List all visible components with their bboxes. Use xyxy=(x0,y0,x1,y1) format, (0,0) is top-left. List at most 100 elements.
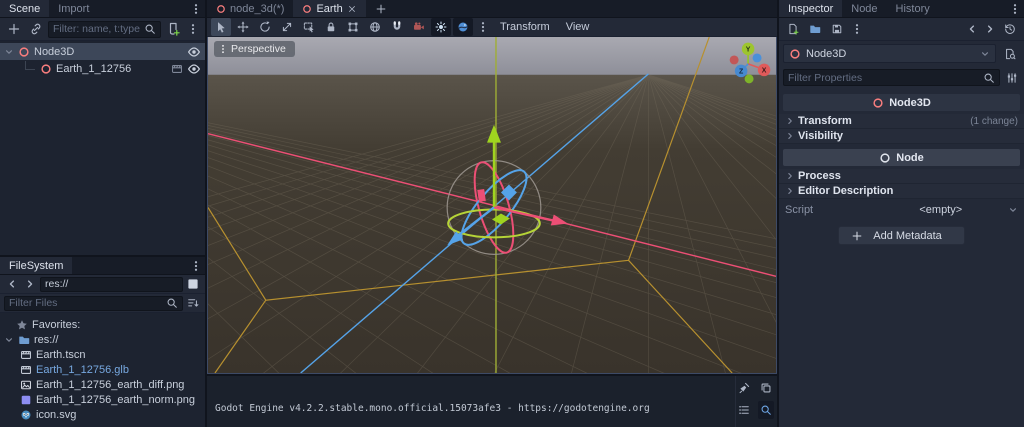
file-row[interactable]: Earth_1_12756_earth_diff.png xyxy=(0,377,205,392)
transform-menu[interactable]: Transform xyxy=(493,18,557,36)
scene-tree-row-earth[interactable]: Earth_1_12756 xyxy=(0,60,205,77)
resource-menu-button[interactable] xyxy=(849,20,865,38)
scene-instance-icon[interactable] xyxy=(171,63,183,75)
visibility-toggle-icon[interactable] xyxy=(187,62,201,76)
file-row[interactable]: Earth_1_12756.glb xyxy=(0,362,205,377)
fs-split-mode-button[interactable] xyxy=(185,275,201,293)
transform-menu-label: Transform xyxy=(500,21,550,33)
projection-selector[interactable]: Perspective xyxy=(214,41,295,57)
history-forward-button[interactable] xyxy=(982,20,998,38)
visibility-toggle-icon[interactable] xyxy=(187,45,201,59)
inspector-filter-input[interactable] xyxy=(788,71,979,84)
section-transform[interactable]: Transform (1 change) xyxy=(779,114,1024,129)
scene-tab-node3d[interactable]: node_3d(*) xyxy=(207,0,293,17)
script-property-value[interactable]: <empty> xyxy=(874,204,1008,216)
filter-messages-button[interactable] xyxy=(736,401,752,419)
copy-output-button[interactable] xyxy=(758,379,774,397)
collapse-icon[interactable] xyxy=(4,335,14,345)
fs-filter-input[interactable] xyxy=(9,297,162,309)
load-resource-button[interactable] xyxy=(805,20,825,38)
output-log[interactable]: Godot Engine v4.2.2.stable.mono.official… xyxy=(207,376,735,427)
list-select-button[interactable] xyxy=(299,18,319,36)
rotate-tool-icon xyxy=(259,21,271,33)
add-node-button[interactable] xyxy=(4,20,24,38)
file-tree[interactable]: Favorites: res:// Earth.tscn Earth_1_127… xyxy=(0,313,205,427)
move-mode-button[interactable] xyxy=(233,18,253,36)
inspector-filter-field[interactable] xyxy=(783,69,1000,86)
camera-override-button[interactable] xyxy=(409,18,429,36)
chevron-down-icon[interactable] xyxy=(1008,205,1018,215)
history-back-button[interactable] xyxy=(964,20,980,38)
search-output-button[interactable] xyxy=(757,401,774,419)
scene-filter-input[interactable] xyxy=(53,23,140,35)
fs-filter-field[interactable] xyxy=(4,295,183,311)
inspector-dock-menu-icon[interactable] xyxy=(1009,3,1021,15)
tab-history[interactable]: History xyxy=(887,0,939,17)
edited-object-selector[interactable]: Node3D xyxy=(783,44,996,63)
script-property-row[interactable]: Script <empty> xyxy=(779,199,1024,220)
file-row[interactable]: Earth_1_12756_earth_norm.png xyxy=(0,392,205,407)
scene-tree[interactable]: Node3D Earth_1_12756 xyxy=(0,41,205,255)
file-row[interactable]: icon.svg xyxy=(0,407,205,422)
scene-tree-row-node3d[interactable]: Node3D xyxy=(0,43,205,60)
rotate-mode-button[interactable] xyxy=(255,18,275,36)
file-row[interactable]: Earth.tscn xyxy=(0,347,205,362)
section-process[interactable]: Process xyxy=(779,169,1024,184)
scene-dock-menu-icon[interactable] xyxy=(190,3,202,15)
open-docs-button[interactable] xyxy=(1000,45,1020,63)
collapse-icon[interactable] xyxy=(4,47,14,57)
tab-filesystem[interactable]: FileSystem xyxy=(0,257,73,274)
new-scene-tab-button[interactable] xyxy=(366,0,396,17)
scene-filter-field[interactable] xyxy=(48,20,161,38)
filesystem-dock-menu-icon[interactable] xyxy=(190,260,202,272)
fs-forward-button[interactable] xyxy=(22,275,38,293)
preview-environment-button[interactable] xyxy=(453,18,473,36)
local-space-button[interactable] xyxy=(365,18,385,36)
property-display-options-button[interactable] xyxy=(1004,69,1020,87)
file-label: Earth_1_12756.glb xyxy=(36,363,129,376)
res-folder-row[interactable]: res:// xyxy=(0,332,205,347)
view-menu[interactable]: View xyxy=(559,18,597,36)
clear-output-button[interactable] xyxy=(736,379,752,397)
tab-scene[interactable]: Scene xyxy=(0,0,50,17)
add-node-icon xyxy=(7,22,21,36)
script-property-label: Script xyxy=(785,203,814,216)
sun-env-settings-button[interactable] xyxy=(475,18,491,36)
snap-button[interactable] xyxy=(387,18,407,36)
viewport-3d[interactable]: Y X Z Perspective xyxy=(207,37,777,374)
section-visibility[interactable]: Visibility xyxy=(779,129,1024,144)
scene-tab-earth[interactable]: Earth xyxy=(293,0,366,17)
select-mode-button[interactable] xyxy=(211,18,231,36)
move-tool-icon xyxy=(237,21,249,33)
sun-icon xyxy=(435,21,447,33)
scene-tree-menu-button[interactable] xyxy=(185,20,201,38)
new-resource-button[interactable] xyxy=(783,20,803,38)
tab-import[interactable]: Import xyxy=(49,0,98,17)
favorites-row[interactable]: Favorites: xyxy=(0,317,205,332)
fs-path-field[interactable] xyxy=(40,276,183,292)
save-resource-button[interactable] xyxy=(827,20,847,38)
fs-back-button[interactable] xyxy=(4,275,20,293)
fs-path-input[interactable] xyxy=(45,278,178,290)
fs-sort-button[interactable] xyxy=(185,294,201,312)
add-metadata-button[interactable]: Add Metadata xyxy=(838,226,965,245)
instantiate-scene-button[interactable] xyxy=(26,20,46,38)
scale-mode-button[interactable] xyxy=(277,18,297,36)
sliders-icon xyxy=(1006,72,1018,84)
projection-label: Perspective xyxy=(231,43,286,55)
group-node-button[interactable] xyxy=(343,18,363,36)
section-editor-description[interactable]: Editor Description xyxy=(779,184,1024,199)
node-label: Node3D xyxy=(34,45,75,58)
attach-script-button[interactable] xyxy=(163,20,183,38)
class-category-node3d: Node3D xyxy=(783,94,1020,111)
dots-icon xyxy=(851,23,863,35)
preview-sunlight-button[interactable] xyxy=(431,18,451,36)
tab-node[interactable]: Node xyxy=(842,0,886,17)
close-icon[interactable] xyxy=(347,4,357,14)
edit-history-button[interactable] xyxy=(1000,20,1020,38)
tab-filesystem-label: FileSystem xyxy=(9,259,64,272)
tab-inspector[interactable]: Inspector xyxy=(779,0,843,17)
list-select-icon xyxy=(303,21,315,33)
sort-icon xyxy=(187,297,199,309)
lock-node-button[interactable] xyxy=(321,18,341,36)
